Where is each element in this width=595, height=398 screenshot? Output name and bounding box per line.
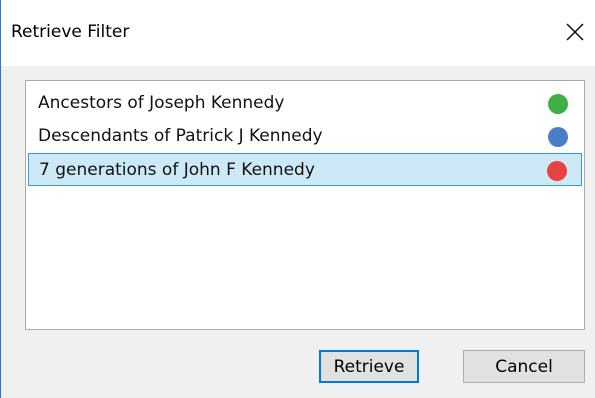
filter-color-indicator bbox=[547, 161, 567, 181]
filter-list-item-1[interactable]: Descendants of Patrick J Kennedy bbox=[28, 120, 582, 153]
close-icon bbox=[566, 23, 584, 41]
cancel-button[interactable]: Cancel bbox=[463, 350, 585, 383]
filter-label: 7 generations of John F Kennedy bbox=[39, 160, 315, 180]
dialog-title: Retrieve Filter bbox=[11, 22, 130, 42]
title-bar[interactable]: Retrieve Filter bbox=[1, 0, 595, 66]
filter-color-indicator bbox=[548, 94, 568, 114]
filter-label: Ancestors of Joseph Kennedy bbox=[38, 93, 285, 113]
filter-list[interactable]: Ancestors of Joseph Kennedy Descendants … bbox=[25, 80, 585, 330]
filter-list-item-0[interactable]: Ancestors of Joseph Kennedy bbox=[28, 87, 582, 120]
filter-label: Descendants of Patrick J Kennedy bbox=[38, 126, 323, 146]
retrieve-filter-dialog: Retrieve Filter Ancestors of Joseph Kenn… bbox=[0, 0, 595, 398]
retrieve-button[interactable]: Retrieve bbox=[319, 350, 419, 383]
filter-list-item-2[interactable]: 7 generations of John F Kennedy bbox=[28, 153, 582, 186]
close-button[interactable] bbox=[555, 12, 595, 52]
filter-color-indicator bbox=[548, 127, 568, 147]
